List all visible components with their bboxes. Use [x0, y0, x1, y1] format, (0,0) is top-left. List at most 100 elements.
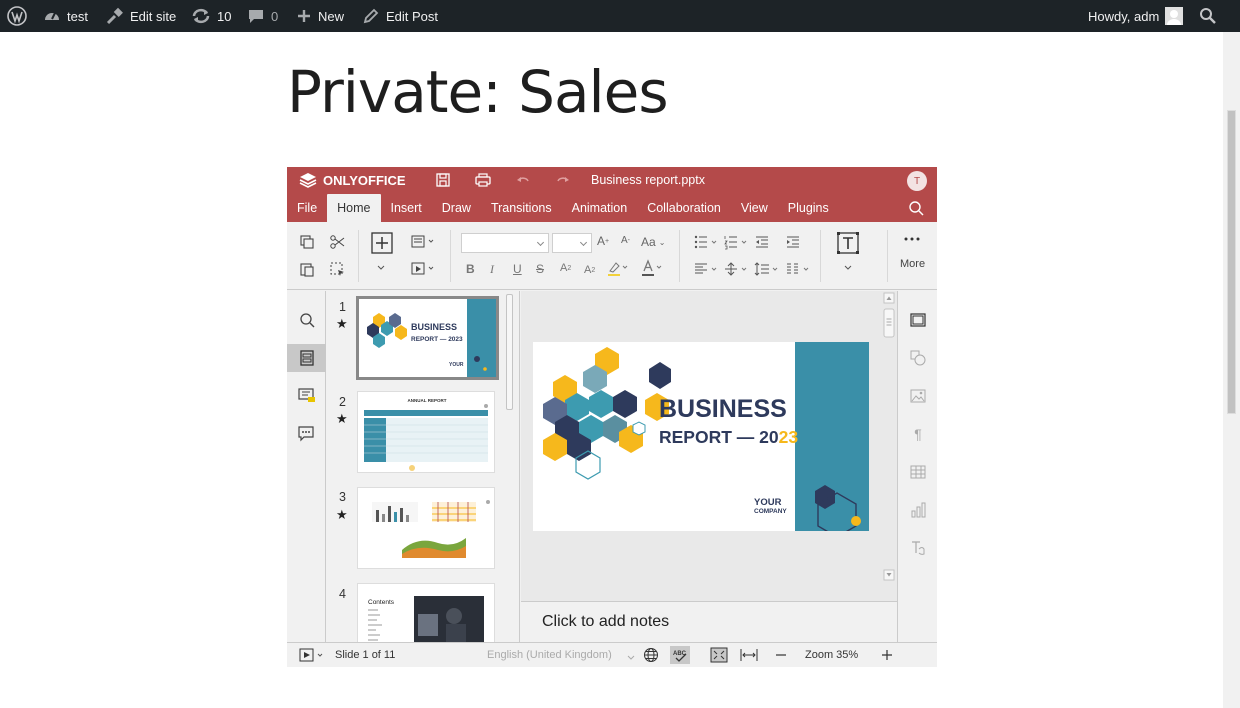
decrease-font-icon[interactable]: A-	[621, 235, 630, 246]
zoom-in-icon[interactable]	[881, 649, 893, 664]
increase-font-icon[interactable]: A +	[597, 234, 609, 248]
copy-icon[interactable]	[299, 234, 315, 250]
site-name-link[interactable]: test	[43, 0, 88, 32]
add-slide-icon[interactable]	[371, 232, 393, 254]
brand-label: ONLYOFFICE	[323, 172, 406, 188]
slide-subtitle: REPORT — 20	[659, 427, 779, 447]
notes-placeholder[interactable]: Click to add notes	[542, 613, 669, 631]
tab-draw[interactable]: Draw	[432, 194, 481, 222]
paste-icon[interactable]	[299, 261, 315, 277]
more-label[interactable]: More	[900, 258, 925, 270]
spellcheck-icon[interactable]: ABC	[670, 646, 690, 664]
line-spacing-icon[interactable]	[754, 261, 780, 277]
select-all-icon[interactable]	[329, 261, 345, 277]
decrease-indent-icon[interactable]	[754, 234, 770, 250]
edit-site-link[interactable]: Edit site	[106, 0, 176, 32]
admin-search-icon[interactable]	[1199, 0, 1217, 32]
canvas-vertical-scrollbar[interactable]	[881, 291, 897, 601]
redo-icon[interactable]	[555, 172, 571, 191]
more-icon[interactable]	[904, 236, 920, 242]
table-settings-icon[interactable]	[908, 462, 928, 482]
shape-settings-icon[interactable]	[908, 348, 928, 368]
text-art-settings-icon[interactable]	[908, 538, 928, 558]
language-select[interactable]: English (United Kingdom)	[487, 649, 612, 661]
tab-view[interactable]: View	[731, 194, 778, 222]
slide-thumbnail-4[interactable]: Contents	[357, 583, 495, 642]
undo-icon[interactable]	[515, 172, 531, 191]
numbering-icon[interactable]	[723, 234, 749, 250]
header-search-icon[interactable]	[908, 200, 924, 219]
slide-canvas[interactable]: BUSINESS REPORT — 2023 YOUR COMPANY	[521, 291, 897, 601]
animation-star-icon: ★	[336, 316, 348, 331]
paragraph-settings-icon[interactable]: ¶	[908, 424, 928, 444]
slide-thumbnail-3[interactable]	[357, 487, 495, 569]
document-name: Business report.pptx	[591, 173, 705, 187]
strikethrough-icon[interactable]: S	[536, 262, 544, 276]
layout-icon[interactable]	[411, 234, 435, 250]
wordpress-logo-icon[interactable]	[7, 0, 27, 32]
text-box-dropdown-chevron-icon[interactable]	[844, 265, 852, 271]
my-account-link[interactable]: Howdy, adm	[1088, 0, 1184, 32]
updates-link[interactable]: 10	[191, 0, 231, 32]
page-scrollbar-thumb[interactable]	[1227, 110, 1236, 414]
bold-icon[interactable]: B	[466, 262, 475, 276]
cut-icon[interactable]	[329, 234, 345, 250]
comments-icon[interactable]	[287, 382, 326, 410]
slide-thumbnail-2[interactable]: ANNUAL REPORT	[357, 391, 495, 473]
save-icon[interactable]	[435, 172, 451, 191]
superscript-icon[interactable]: A2	[560, 262, 571, 274]
tab-collaboration[interactable]: Collaboration	[637, 194, 731, 222]
slide-thumbnail-1[interactable]: BUSINESS REPORT — 2023 YOUR	[356, 296, 499, 380]
tab-transitions[interactable]: Transitions	[481, 194, 562, 222]
zoom-out-icon[interactable]	[775, 649, 787, 664]
font-name-select[interactable]	[461, 233, 549, 253]
image-settings-icon[interactable]	[908, 386, 928, 406]
underline-icon[interactable]: U	[513, 262, 522, 276]
play-slideshow-icon[interactable]	[299, 648, 325, 665]
insert-text-box-icon[interactable]	[837, 232, 859, 254]
start-slideshow-icon[interactable]	[411, 261, 435, 277]
tab-insert[interactable]: Insert	[381, 194, 432, 222]
slide-title: BUSINESS	[659, 395, 787, 423]
tab-plugins[interactable]: Plugins	[778, 194, 839, 222]
tab-animation[interactable]: Animation	[562, 194, 638, 222]
increase-indent-icon[interactable]	[785, 234, 801, 250]
edit-post-link[interactable]: Edit Post	[362, 0, 438, 32]
language-chevron-icon[interactable]	[627, 652, 635, 664]
admin-bar: test Edit site 10 0 New Edit Post Howdy,…	[0, 0, 1240, 32]
globe-icon[interactable]	[643, 647, 659, 666]
thumbnail-number: 2	[339, 395, 346, 409]
fit-to-slide-icon[interactable]	[710, 647, 728, 666]
font-color-icon[interactable]	[641, 259, 663, 277]
bullets-icon[interactable]	[693, 234, 719, 250]
subscript-icon[interactable]: A2	[584, 264, 595, 276]
updates-count: 10	[217, 8, 232, 24]
chat-icon[interactable]	[287, 420, 326, 448]
page-scrollbar[interactable]	[1223, 32, 1240, 708]
user-avatar[interactable]: T	[907, 171, 927, 191]
comments-link[interactable]: 0	[247, 0, 278, 32]
edit-post-label: Edit Post	[386, 8, 439, 24]
vertical-align-icon[interactable]	[723, 261, 749, 277]
print-icon[interactable]	[474, 172, 492, 191]
font-size-select[interactable]	[552, 233, 592, 253]
zoom-level: Zoom 35%	[805, 649, 859, 661]
thumbnails-scrollbar[interactable]	[506, 294, 513, 410]
slide-settings-icon[interactable]	[908, 310, 928, 330]
italic-icon[interactable]: I	[490, 262, 494, 277]
svg-text:REPORT — 2023: REPORT — 2023	[659, 427, 798, 447]
tab-home[interactable]: Home	[327, 194, 381, 222]
add-slide-dropdown-chevron-icon[interactable]	[377, 265, 385, 271]
tab-file[interactable]: File	[287, 194, 327, 222]
slides-panel-icon[interactable]	[287, 344, 326, 372]
search-icon[interactable]	[287, 306, 326, 334]
current-slide[interactable]: BUSINESS REPORT — 2023 YOUR COMPANY	[533, 342, 869, 531]
notes-panel[interactable]: Click to add notes	[521, 601, 897, 642]
chart-settings-icon[interactable]	[908, 500, 928, 520]
new-content-link[interactable]: New	[296, 0, 344, 32]
fit-to-width-icon[interactable]	[740, 648, 758, 665]
align-left-icon[interactable]	[693, 261, 719, 277]
highlight-color-icon[interactable]	[607, 259, 629, 277]
change-case-icon[interactable]: Aa ⌄	[641, 235, 665, 249]
columns-icon[interactable]	[785, 261, 811, 277]
